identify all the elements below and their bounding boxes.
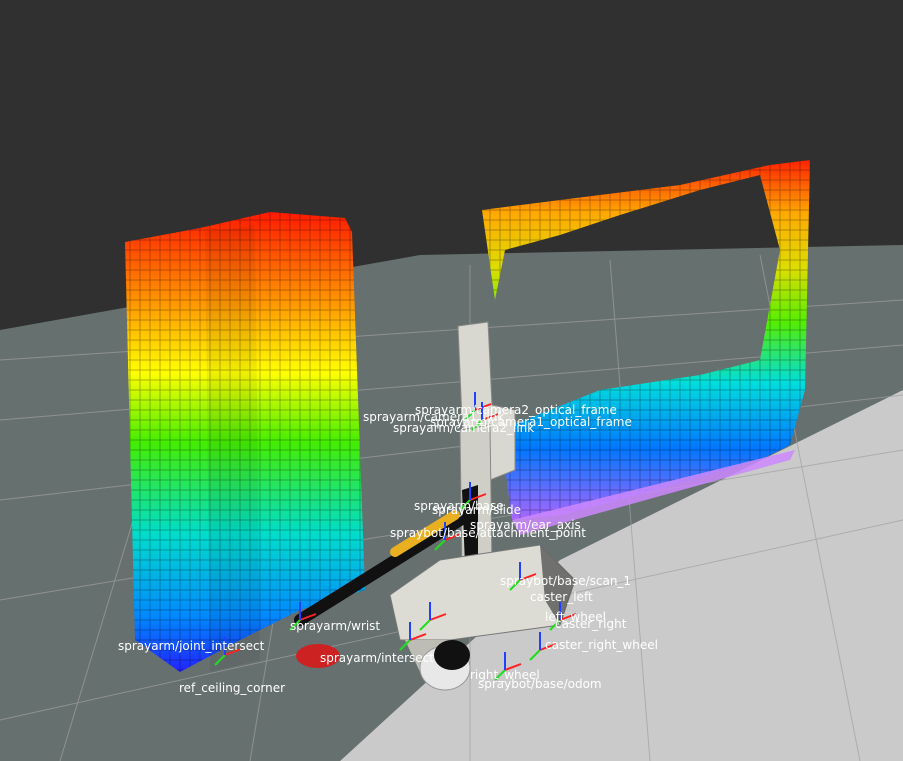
tf-label: left_wheel bbox=[545, 610, 606, 624]
rviz-3d-viewport[interactable]: sprayarm/camera1_link sprayarm/camera1_o… bbox=[0, 0, 903, 761]
tf-label: caster_right_wheel bbox=[545, 638, 658, 652]
tf-label: sprayarm/intersect bbox=[320, 651, 434, 665]
tf-label: sprayarm/slide bbox=[432, 503, 521, 517]
tf-label: sprayarm/camera2_optical_frame bbox=[415, 403, 617, 417]
tf-label: spraybot/base/scan_1 bbox=[500, 574, 631, 588]
tf-label: sprayarm/wrist bbox=[290, 619, 380, 633]
tf-label: ref_ceiling_corner bbox=[179, 681, 285, 695]
3d-scene[interactable]: sprayarm/camera1_link sprayarm/camera1_o… bbox=[0, 0, 903, 761]
tf-label: sprayarm/camera2_link bbox=[393, 421, 534, 435]
tf-label: caster_left bbox=[530, 590, 593, 604]
tf-label: sprayarm/ear_axis bbox=[470, 518, 581, 532]
tf-label: right_wheel bbox=[470, 668, 540, 682]
tf-label: sprayarm/joint_intersect bbox=[118, 639, 265, 653]
